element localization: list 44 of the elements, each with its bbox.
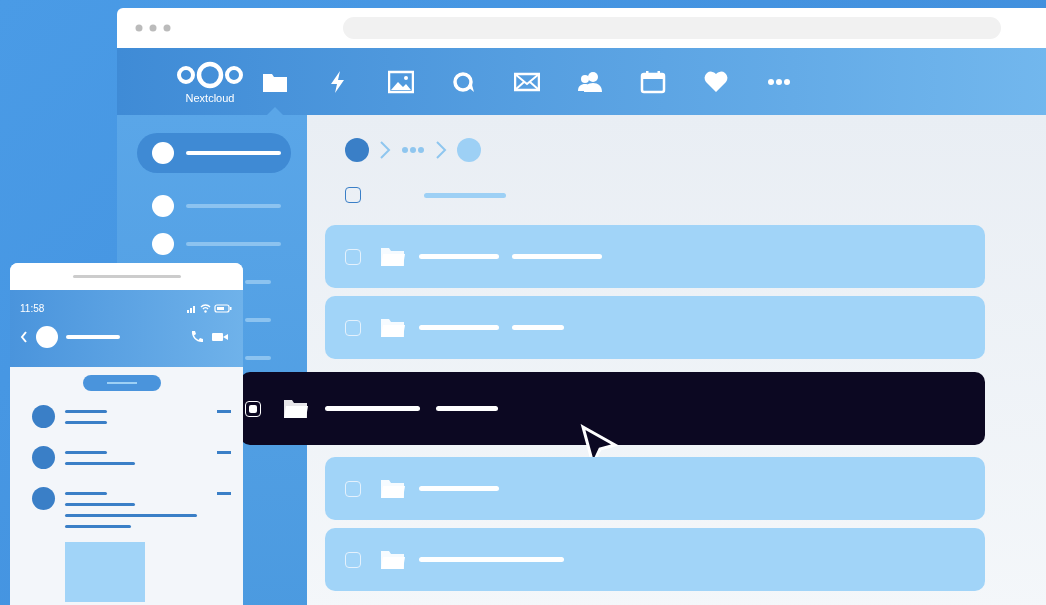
avatar-circle [32, 446, 55, 469]
status-icons-drawing [187, 303, 233, 313]
contact-name-line [66, 335, 120, 339]
image-icon [387, 69, 414, 94]
app-name: Nextcloud [185, 91, 235, 104]
avatar-circle [32, 405, 55, 428]
chevron-icon [434, 140, 448, 160]
sender-placeholder-line [65, 492, 107, 495]
more-icon [765, 77, 792, 86]
calendar-icon [639, 69, 666, 94]
folder-icon [380, 246, 406, 267]
chat-icon [450, 69, 477, 94]
heart-icon [702, 69, 729, 94]
more-icon [401, 146, 425, 154]
folder-icon [380, 317, 406, 338]
folder-icon [380, 478, 406, 499]
message-placeholder-line [65, 525, 131, 528]
message-placeholder-line [65, 462, 135, 465]
folder-icon [283, 398, 309, 419]
message-placeholder-line [65, 503, 135, 506]
sidebar-item[interactable] [137, 133, 291, 173]
message-placeholder-line [65, 421, 107, 424]
current-breadcrumb[interactable] [457, 138, 481, 162]
detail-placeholder-line [436, 406, 498, 411]
avatar-circle [32, 487, 55, 510]
checkbox[interactable] [345, 480, 361, 497]
clock-time: 11:58 [20, 302, 45, 314]
checkbox[interactable] [345, 319, 361, 336]
phone-icon[interactable] [190, 330, 204, 344]
folder-icon [380, 549, 406, 570]
back-icon[interactable] [20, 331, 28, 343]
sender-placeholder-line [65, 451, 107, 454]
checkbox[interactable] [345, 248, 361, 265]
sender-placeholder-line [65, 410, 107, 413]
select-all-checkbox[interactable] [345, 187, 361, 203]
avatar-circle [36, 326, 58, 348]
logo-icon [175, 59, 245, 90]
people-icon [576, 69, 603, 94]
chevron-icon [378, 140, 392, 160]
video-camera-icon[interactable] [212, 331, 228, 343]
detail-placeholder-line [512, 325, 564, 330]
checkbox[interactable] [345, 551, 361, 568]
home-breadcrumb[interactable] [345, 138, 369, 162]
window-dots-icon [135, 24, 171, 32]
